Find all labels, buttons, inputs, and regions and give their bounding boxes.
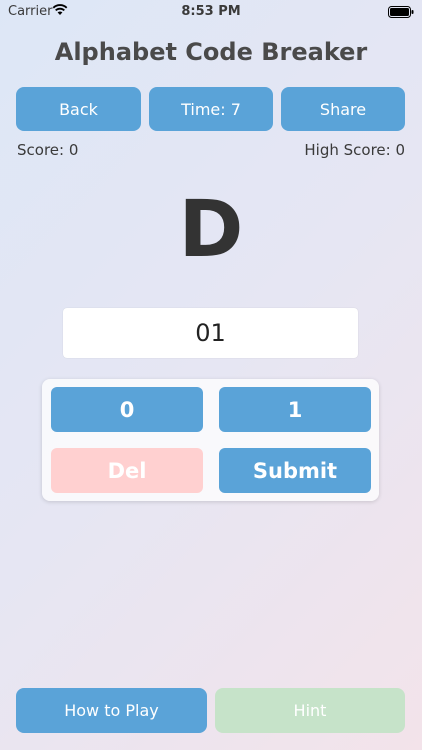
key-one-button[interactable]: 1 <box>219 387 371 432</box>
target-letter: D <box>178 185 244 275</box>
how-to-play-button[interactable]: How to Play <box>16 688 207 733</box>
share-button[interactable]: Share <box>281 87 405 131</box>
delete-button[interactable]: Del <box>51 448 203 493</box>
page-title: Alphabet Code Breaker <box>54 38 368 66</box>
high-score-label: High Score: 0 <box>304 141 405 159</box>
status-time: 8:53 PM <box>181 4 241 19</box>
binary-keypad: 0 1 Del Submit <box>42 379 379 501</box>
hint-button[interactable]: Hint <box>215 688 405 733</box>
score-label: Score: 0 <box>17 141 79 159</box>
timer-button[interactable]: Time: 7 <box>149 87 273 131</box>
back-button[interactable]: Back <box>16 87 141 131</box>
answer-field[interactable]: 01 <box>63 308 358 358</box>
battery-icon <box>388 6 414 22</box>
key-zero-button[interactable]: 0 <box>51 387 203 432</box>
status-bar: Carrier 8:53 PM <box>0 0 422 24</box>
submit-button[interactable]: Submit <box>219 448 371 493</box>
